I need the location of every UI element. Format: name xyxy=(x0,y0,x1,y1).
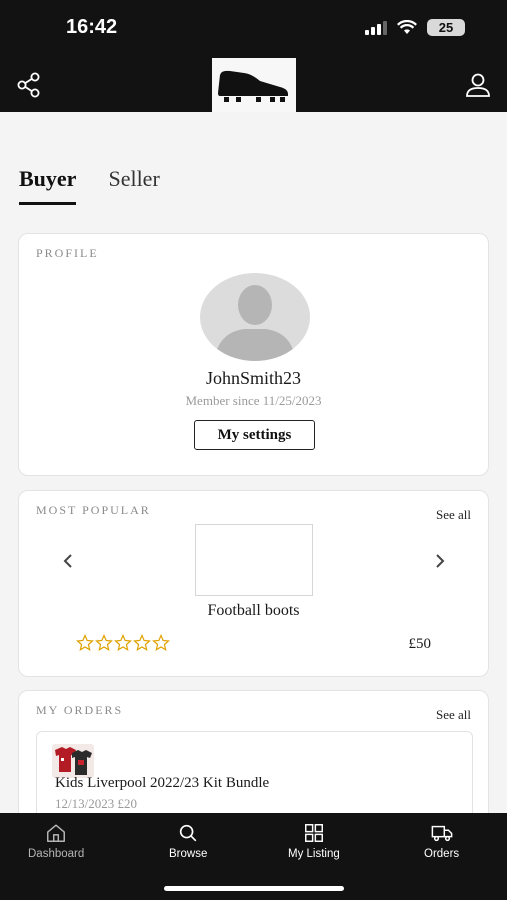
order-title: Kids Liverpool 2022/23 Kit Bundle xyxy=(55,775,270,791)
account-button[interactable] xyxy=(463,70,493,100)
role-tabs: Buyer Seller xyxy=(19,166,160,205)
avatar xyxy=(200,273,310,361)
star-icon xyxy=(95,634,113,651)
nav-dashboard[interactable]: Dashboard xyxy=(28,822,84,860)
share-button[interactable] xyxy=(14,70,44,100)
chevron-left-icon xyxy=(63,554,72,568)
product-name: Football boots xyxy=(207,602,300,619)
nav-browse[interactable]: Browse xyxy=(169,822,207,860)
most-popular-card: MOST POPULAR See all Football boots £50 xyxy=(18,490,489,677)
profile-card: PROFILE JohnSmith23 Member since 11/25/2… xyxy=(18,233,489,476)
nav-label-orders: Orders xyxy=(424,848,460,860)
my-settings-button[interactable]: My settings xyxy=(194,420,315,450)
member-since: Member since 11/25/2023 xyxy=(185,393,322,408)
nav-label-my-listing: My Listing xyxy=(288,848,340,860)
star-icon xyxy=(152,634,170,651)
home-icon xyxy=(47,824,66,842)
football-boot-icon xyxy=(218,70,288,102)
tab-seller[interactable]: Seller xyxy=(108,166,159,205)
section-label-most-popular: MOST POPULAR xyxy=(36,503,151,517)
cellular-signal-icon xyxy=(365,20,387,35)
search-icon xyxy=(180,824,197,842)
section-label-my-orders: MY ORDERS xyxy=(36,703,124,717)
my-orders-card: MY ORDERS See all Kids Liverpool 2022/23… xyxy=(18,690,489,831)
carousel-prev-button[interactable] xyxy=(58,549,78,573)
tab-buyer[interactable]: Buyer xyxy=(19,166,77,205)
app-logo[interactable] xyxy=(212,58,296,112)
order-thumbnail xyxy=(52,744,94,778)
chevron-right-icon xyxy=(436,554,445,568)
star-icon xyxy=(114,634,132,651)
home-indicator xyxy=(164,886,344,891)
section-label-profile: PROFILE xyxy=(36,246,99,260)
see-all-popular-link[interactable]: See all xyxy=(436,507,471,523)
status-time: 16:42 xyxy=(66,16,118,38)
nav-my-listing[interactable]: My Listing xyxy=(288,822,340,860)
star-icon xyxy=(133,634,151,651)
product-price: £50 xyxy=(408,636,432,652)
product-image[interactable] xyxy=(195,524,313,596)
status-icons: 25 xyxy=(365,19,465,36)
nav-orders[interactable]: Orders xyxy=(424,822,459,860)
kit-thumbnail-icon xyxy=(52,744,94,778)
username: JohnSmith23 xyxy=(205,368,302,388)
nav-label-browse: Browse xyxy=(169,848,208,860)
truck-icon xyxy=(431,825,452,842)
carousel-next-button[interactable] xyxy=(430,549,450,573)
wifi-icon xyxy=(397,20,417,34)
grid-icon xyxy=(304,824,323,842)
nav-label-dashboard: Dashboard xyxy=(28,848,85,860)
see-all-orders-link[interactable]: See all xyxy=(436,707,471,723)
order-meta: 12/13/2023 £20 xyxy=(55,796,137,811)
battery-indicator: 25 xyxy=(427,19,465,36)
share-icon xyxy=(17,72,40,98)
user-icon xyxy=(466,73,490,97)
top-bar: 16:42 25 xyxy=(0,0,507,112)
product-rating xyxy=(76,634,170,652)
default-avatar-icon xyxy=(200,273,310,361)
star-icon xyxy=(76,634,94,651)
